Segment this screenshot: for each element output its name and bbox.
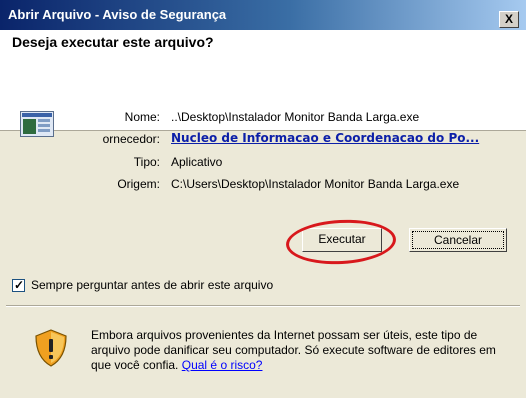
warning-message: Embora arquivos provenientes da Internet…: [91, 328, 496, 372]
shield-warning-icon: [35, 329, 67, 367]
always-ask-checkbox[interactable]: ✓: [12, 278, 25, 292]
publisher-link[interactable]: Nucleo de Informacao e Coordenacao do Po…: [171, 131, 479, 145]
publisher-label: ornecedor:: [102, 132, 160, 146]
close-icon: X: [504, 12, 513, 26]
highlight-ellipse: [284, 217, 398, 267]
origin-value: C:\Users\Desktop\Instalador Monitor Band…: [171, 177, 460, 191]
origin-label: Origem:: [117, 177, 160, 191]
type-value: Aplicativo: [171, 155, 223, 169]
check-icon: ✓: [14, 278, 25, 292]
close-button[interactable]: X: [499, 11, 519, 28]
window-title: Abrir Arquivo - Aviso de Segurança: [8, 7, 227, 22]
cancel-button[interactable]: Cancelar: [409, 228, 507, 252]
dialog-question: Deseja executar este arquivo?: [12, 34, 214, 50]
always-ask-label[interactable]: Sempre perguntar antes de abrir este arq…: [31, 278, 273, 292]
cancel-focus-rect: Cancelar: [412, 231, 504, 249]
title-bar: Abrir Arquivo - Aviso de Segurança X: [0, 0, 526, 30]
warning-text: Embora arquivos provenientes da Internet…: [91, 328, 511, 373]
type-label: Tipo:: [133, 155, 160, 169]
risk-link[interactable]: Qual é o risco?: [182, 358, 263, 372]
name-value: ..\Desktop\Instalador Monitor Banda Larg…: [171, 110, 420, 124]
separator: [6, 305, 520, 307]
cancel-button-label: Cancelar: [433, 233, 483, 247]
name-label: Nome:: [124, 110, 160, 124]
